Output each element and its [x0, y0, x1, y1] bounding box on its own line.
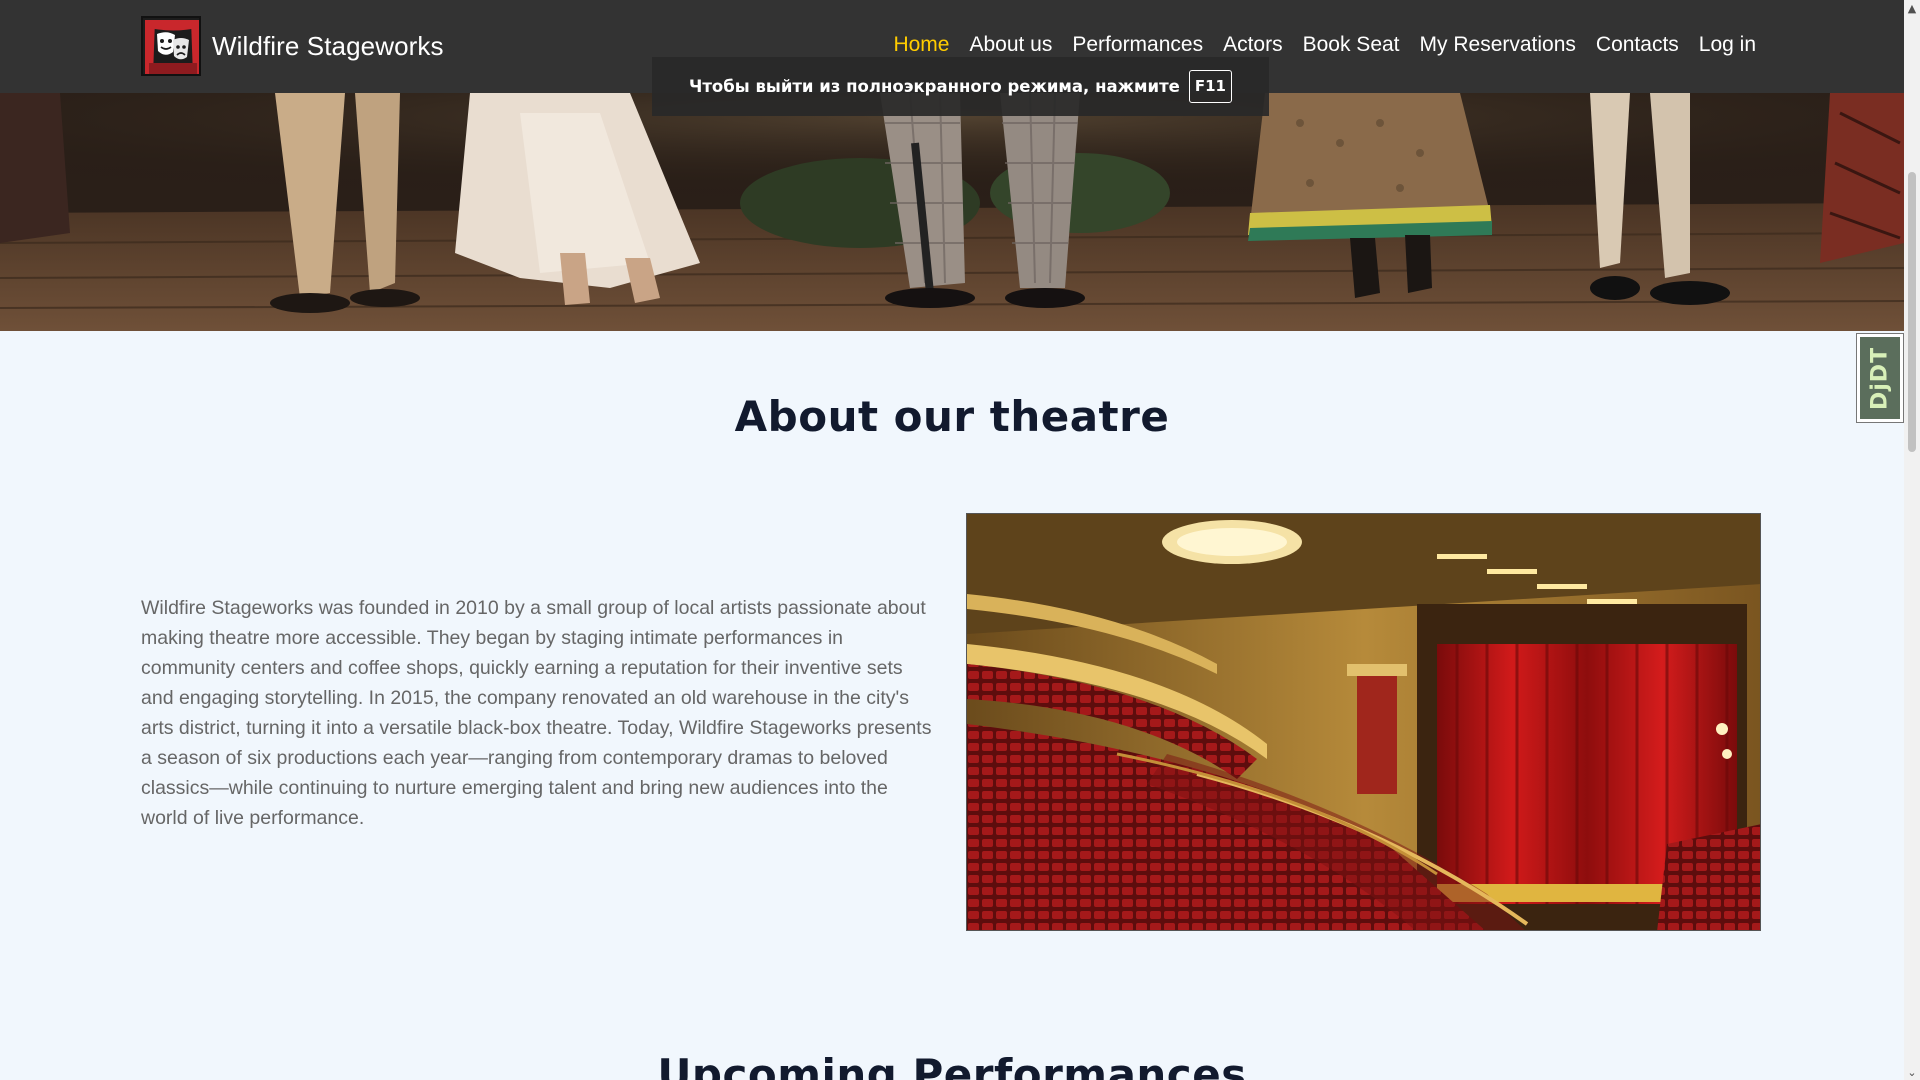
about-description: Wildfire Stageworks was founded in 2010 … [141, 597, 932, 829]
nav-performances[interactable]: Performances [1072, 33, 1203, 57]
nav-book-seat[interactable]: Book Seat [1303, 33, 1400, 57]
scroll-up-arrow-icon[interactable]: ▲ [1904, 0, 1920, 16]
scroll-down-arrow-icon[interactable]: ⌄ [1904, 1064, 1920, 1080]
theatre-auditorium-image [966, 513, 1761, 931]
djdt-label[interactable]: DjDT [1860, 337, 1900, 419]
nav-about-us[interactable]: About us [969, 33, 1052, 57]
nav-log-in[interactable]: Log in [1699, 33, 1756, 57]
about-section-title: About our theatre [734, 392, 1170, 441]
brand-name[interactable]: Wildfire Stageworks [212, 31, 444, 62]
nav-actors[interactable]: Actors [1223, 33, 1283, 57]
fullscreen-exit-toast: Чтобы выйти из полноэкранного режима, на… [652, 57, 1269, 116]
nav-my-reservations[interactable]: My Reservations [1420, 33, 1576, 57]
brand-link[interactable]: Wildfire Stageworks [141, 16, 444, 76]
django-debug-toolbar-handle[interactable]: DjDT [1856, 333, 1904, 423]
nav-home[interactable]: Home [893, 33, 949, 57]
scrollbar-thumb[interactable] [1908, 172, 1916, 452]
page-scrollbar[interactable]: ▲ ⌄ [1904, 0, 1920, 1080]
fullscreen-toast-key: F11 [1188, 70, 1232, 103]
hero-stage-image [0, 93, 1904, 331]
main-nav: Home About us Performances Actors Book S… [873, 33, 1756, 57]
upcoming-performances-title: Upcoming Performances [657, 1050, 1247, 1080]
fullscreen-toast-text: Чтобы выйти из полноэкранного режима, на… [689, 77, 1180, 96]
nav-contacts[interactable]: Contacts [1596, 33, 1679, 57]
theatre-masks-icon [141, 16, 201, 76]
